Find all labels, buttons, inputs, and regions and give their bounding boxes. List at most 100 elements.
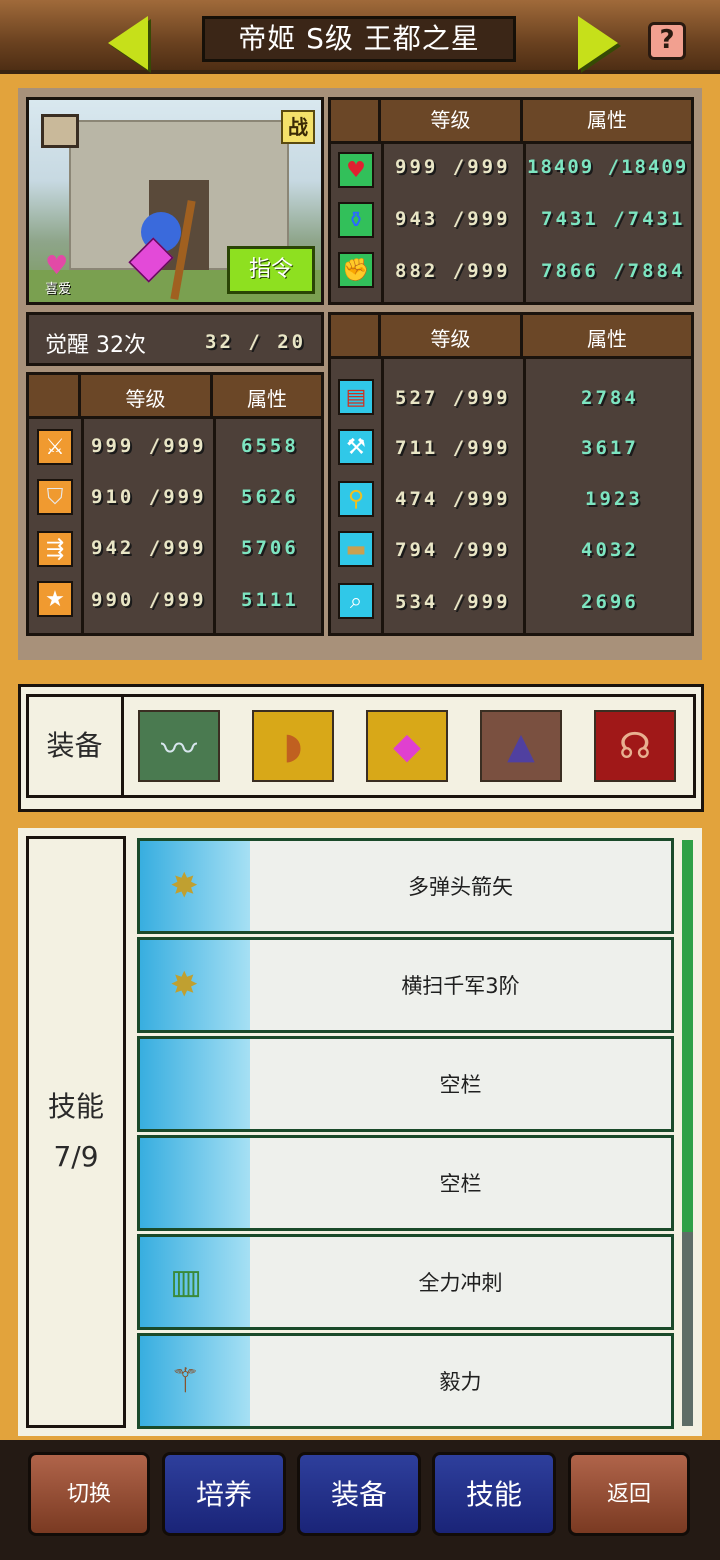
arrow-left-icon[interactable] [108, 16, 148, 70]
spd-level: 942 /999 [91, 537, 207, 559]
col-divider [81, 419, 84, 633]
awaken-value: 32 / 20 [205, 331, 307, 353]
bow-icon[interactable]: ◗ [252, 710, 334, 782]
battle-badge: 战 [281, 110, 315, 144]
awaken-box: 觉醒 32次 32 / 20 [26, 312, 324, 366]
craft-level: 527 /999 [395, 387, 511, 409]
skill-slot-icon-bg [140, 1039, 250, 1129]
skill-slot-6[interactable]: ⚚ 毅力 [137, 1333, 674, 1429]
wings-icon[interactable]: 〰 [138, 710, 220, 782]
heart-favorite-icon[interactable]: ♥ [45, 252, 68, 280]
skill-slot-icon-bg [140, 1138, 250, 1228]
skill-name: 空栏 [439, 1172, 482, 1196]
back-button[interactable]: 返回 [568, 1452, 690, 1536]
skill-name: 空栏 [439, 1073, 482, 1097]
hp-attr: 18409 /18409 [527, 156, 689, 178]
skill-name: 毅力 [439, 1370, 482, 1394]
header-blank [331, 100, 381, 144]
col-divider [381, 144, 384, 302]
gem-icon[interactable]: ◆ [366, 710, 448, 782]
skills-tab[interactable]: 技能 [432, 1452, 556, 1536]
skill-slot-4[interactable]: 空栏 [137, 1135, 674, 1231]
necklace-icon[interactable]: ☊ [594, 710, 676, 782]
combat-stats-table: 等级 属性 ⚔ 999 /999 6558 ⛉ 910 /999 5626 ⇶ … [26, 372, 324, 636]
dig-attr: 1923 [585, 488, 643, 510]
mine-attr: 3617 [581, 437, 639, 459]
spd-attr: 5706 [241, 537, 299, 559]
skills-label-box: 技能 7/9 [26, 836, 126, 1428]
col-attr: 属性 [523, 100, 691, 144]
col-divider [381, 359, 384, 633]
header-blank [331, 315, 381, 359]
luck-attr: 5111 [241, 589, 299, 611]
cloak-icon[interactable]: ▲ [480, 710, 562, 782]
pickaxe-icon: ⚒ [338, 429, 374, 465]
chest-icon: ▬ [338, 531, 374, 567]
help-icon[interactable]: ? [648, 22, 686, 60]
heart-icon: ♥ [338, 152, 374, 188]
work-stats-table: 等级 属性 ▤ 527 /999 2784 ⚒ 711 /999 3617 ⚲ … [328, 312, 694, 636]
craft-attr: 2784 [581, 387, 639, 409]
stamina-attr: 7866 /7884 [541, 260, 686, 282]
character-title: 帝姬 S级 王都之星 [202, 16, 516, 62]
skills-count: 7/9 [53, 1140, 99, 1173]
col-level: 等级 [381, 315, 523, 359]
stamina-level: 882 /999 [395, 260, 511, 282]
awaken-label: 觉醒 32次 [45, 333, 146, 358]
col-level: 等级 [381, 100, 523, 144]
luck-level: 990 /999 [91, 589, 207, 611]
skill-slot-1[interactable]: ✸ 多弹头箭矢 [137, 838, 674, 934]
atk-level: 999 /999 [91, 435, 207, 457]
header-blank [29, 375, 81, 419]
atk-attr: 6558 [241, 435, 299, 457]
muscle-icon: ✊ [338, 252, 374, 288]
col-attr: 属性 [213, 375, 321, 419]
train-tab[interactable]: 培养 [162, 1452, 286, 1536]
sword-sparkle-icon: ✸ [170, 965, 199, 1005]
scroll-icon: ▥ [170, 1262, 203, 1302]
skill-slot-3[interactable]: 空栏 [137, 1036, 674, 1132]
switch-button[interactable]: 切换 [28, 1452, 150, 1536]
col-divider [523, 359, 526, 633]
trade-level: 794 /999 [395, 539, 511, 561]
arrow-right-icon[interactable] [578, 16, 618, 70]
search-attr: 2696 [581, 591, 639, 613]
star-icon: ★ [37, 581, 73, 617]
skill-name: 多弹头箭矢 [408, 875, 513, 899]
character-portrait: 战 ♥ 喜爱 指令 [26, 97, 324, 305]
col-divider [213, 419, 216, 633]
command-button[interactable]: 指令 [227, 246, 315, 294]
potion-icon: ⚱ [338, 202, 374, 238]
scope-icon: ⌕ [338, 583, 374, 619]
sword-sparkle-icon: ✸ [170, 866, 199, 906]
skill-slot-5[interactable]: ▥ 全力冲刺 [137, 1234, 674, 1330]
def-level: 910 /999 [91, 486, 207, 508]
search-level: 534 /999 [395, 591, 511, 613]
book-icon: ▤ [338, 379, 374, 415]
def-attr: 5626 [241, 486, 299, 508]
arrows-icon: ⇶ [37, 531, 73, 567]
mine-level: 711 /999 [395, 437, 511, 459]
col-attr: 属性 [523, 315, 691, 359]
equipment-label: 装备 [28, 696, 124, 796]
main-stats-table: 等级 属性 ♥ 999 /999 18409 /18409 ⚱ 943 /999… [328, 97, 694, 305]
sword-icon: ⚔ [37, 429, 73, 465]
skill-name: 全力冲刺 [418, 1271, 503, 1295]
dig-level: 474 /999 [395, 488, 511, 510]
mp-attr: 7431 /7431 [541, 208, 686, 230]
skills-scrollbar-thumb[interactable] [682, 840, 693, 1232]
shield-icon: ⛉ [37, 479, 73, 515]
favorite-label: 喜爱 [45, 282, 72, 297]
trade-attr: 4032 [581, 539, 639, 561]
shovel-icon: ⚲ [338, 481, 374, 517]
skill-slot-2[interactable]: ✸ 横扫千军3阶 [137, 937, 674, 1033]
skill-name: 横扫千军3阶 [401, 974, 520, 998]
col-level: 等级 [81, 375, 213, 419]
equip-tab[interactable]: 装备 [297, 1452, 421, 1536]
wand-icon: ⚚ [170, 1361, 201, 1401]
hp-level: 999 /999 [395, 156, 511, 178]
skills-label: 技能 [47, 1090, 104, 1123]
bag-icon[interactable] [41, 114, 79, 148]
col-divider [523, 144, 526, 302]
mp-level: 943 /999 [395, 208, 511, 230]
